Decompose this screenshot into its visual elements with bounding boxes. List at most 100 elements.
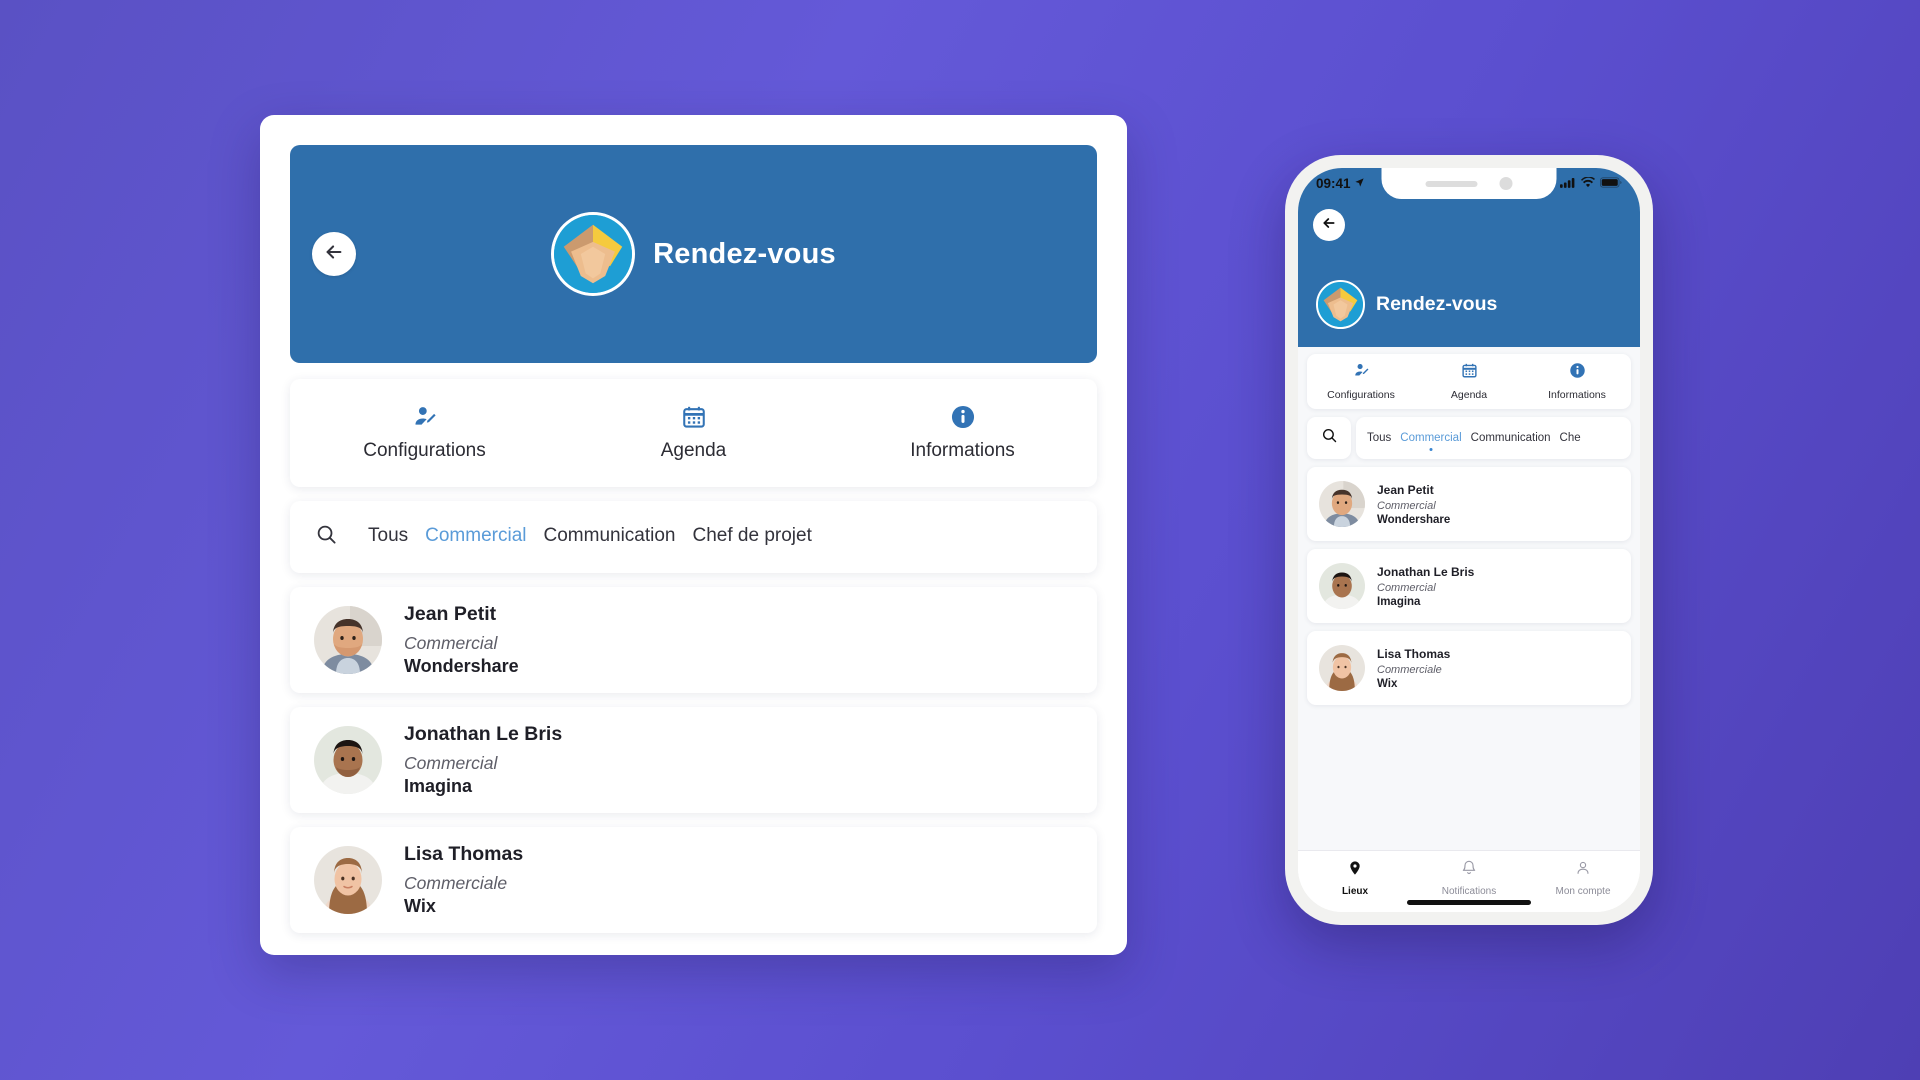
contact-name: Lisa Thomas (404, 843, 524, 865)
phone-filter-bar: Tous Commercial Communication Che (1307, 417, 1631, 459)
contact-name: Jonathan Le Bris (404, 723, 563, 745)
filter-chip-tous[interactable]: Tous (1367, 432, 1391, 444)
tab-agenda[interactable]: Agenda (559, 404, 828, 462)
back-button[interactable] (1313, 209, 1345, 241)
info-circle-icon (950, 404, 976, 430)
battery-full-icon (1600, 175, 1622, 193)
tab-configurations[interactable]: Configurations (1307, 362, 1415, 401)
contact-row[interactable]: Jean Petit Commercial Wondershare (1307, 467, 1631, 541)
contact-role: Commerciale (404, 873, 508, 893)
filter-chip-chef-de-projet[interactable]: Chef de projet (693, 525, 812, 550)
avatar (1319, 481, 1365, 527)
page-title: Rendez-vous (1376, 293, 1498, 315)
handshake-logo (551, 212, 636, 296)
avatar (314, 606, 382, 674)
contact-organization: Imagina (404, 776, 473, 796)
speaker-grille-icon (1425, 180, 1478, 187)
tab-label: Agenda (660, 440, 727, 461)
statusbar-indicators (1560, 175, 1622, 193)
contact-row[interactable]: Jonathan Le Bris Commercial Imagina (1307, 549, 1631, 623)
phone-contact-list: Jean Petit Commercial Wondershare Jonath… (1307, 467, 1631, 705)
user-edit-icon (1353, 362, 1370, 384)
page-title: Rendez-vous (653, 237, 836, 270)
bell-icon (1461, 860, 1477, 881)
filter-chip-communication[interactable]: Communication (544, 525, 676, 550)
info-circle-icon (1569, 362, 1586, 384)
bottom-nav-label: Lieux (1341, 886, 1369, 897)
filter-chip-tous[interactable]: Tous (368, 525, 408, 550)
arrow-left-icon (323, 241, 345, 268)
user-edit-icon (412, 404, 438, 430)
avatar (1319, 563, 1365, 609)
bottom-nav-mon-compte[interactable]: Mon compte (1526, 860, 1640, 897)
search-button[interactable] (1307, 417, 1351, 459)
contact-row[interactable]: Lisa Thomas Commerciale Wix (1307, 631, 1631, 705)
filter-chip-communication[interactable]: Communication (1471, 432, 1551, 444)
contact-role: Commercial (1377, 581, 1436, 594)
phone-screen: 09:41 Rendez-vous Configurations Agenda … (1298, 168, 1640, 912)
back-button[interactable] (312, 232, 356, 276)
bottom-nav-label: Mon compte (1555, 886, 1611, 897)
front-camera-icon (1499, 177, 1513, 190)
filter-chip-commercial[interactable]: Commercial (1400, 432, 1461, 444)
phone-notch (1381, 168, 1557, 199)
phone-tabs: Configurations Agenda Informations (1307, 354, 1631, 409)
contact-row[interactable]: Jean Petit Commercial Wondershare (290, 587, 1097, 693)
bottom-nav-lieux[interactable]: Lieux (1298, 860, 1412, 897)
tab-label: Informations (910, 440, 1015, 461)
contact-name: Jean Petit (404, 603, 497, 625)
phone-hero-header: Rendez-vous (1298, 199, 1640, 347)
phone-mockup: 09:41 Rendez-vous Configurations Agenda … (1285, 155, 1653, 925)
wifi-icon (1581, 175, 1595, 193)
filter-chip-commercial[interactable]: Commercial (425, 525, 526, 550)
search-icon (1321, 427, 1338, 449)
cellular-bars-icon (1560, 175, 1576, 193)
home-indicator (1407, 900, 1531, 905)
desktop-contact-list: Jean Petit Commercial Wondershare Jonath… (290, 587, 1097, 933)
filter-chip-list: Tous Commercial Communication Chef de pr… (362, 525, 812, 550)
contact-name: Lisa Thomas (1377, 646, 1451, 661)
avatar (314, 846, 382, 914)
avatar (314, 726, 382, 794)
bottom-nav-notifications[interactable]: Notifications (1412, 860, 1526, 897)
calendar-icon (681, 404, 707, 430)
tab-label: Agenda (1450, 389, 1488, 401)
desktop-hero-header: Rendez-vous (290, 145, 1097, 363)
contact-role: Commercial (404, 753, 498, 773)
tab-label: Configurations (363, 440, 486, 461)
contact-name: Jonathan Le Bris (1377, 564, 1475, 579)
contact-role: Commerciale (1377, 663, 1442, 676)
tab-informations[interactable]: Informations (828, 404, 1097, 462)
search-icon (315, 523, 338, 551)
calendar-icon (1461, 362, 1478, 384)
contact-organization: Wix (1377, 677, 1398, 690)
map-pin-icon (1347, 860, 1363, 881)
desktop-tabs: Configurations Agenda Informations (290, 379, 1097, 487)
contact-role: Commercial (1377, 499, 1436, 512)
arrow-left-icon (1321, 215, 1337, 236)
tab-configurations[interactable]: Configurations (290, 404, 559, 462)
filter-chip-list: Tous Commercial Communication Che (1356, 417, 1631, 459)
statusbar-time: 09:41 (1316, 176, 1351, 191)
contact-role: Commercial (404, 633, 498, 653)
contact-organization: Wondershare (404, 656, 519, 676)
person-icon (1575, 860, 1591, 881)
tab-label: Informations (1548, 389, 1606, 401)
tab-informations[interactable]: Informations (1523, 362, 1631, 401)
desktop-preview-card: Rendez-vous Configurations Agenda Inform… (260, 115, 1127, 955)
search-button[interactable] (290, 501, 362, 573)
contact-row[interactable]: Jonathan Le Bris Commercial Imagina (290, 707, 1097, 813)
contact-organization: Wix (404, 896, 436, 916)
phone-content: Configurations Agenda Informations Tous … (1298, 347, 1640, 850)
tab-label: Configurations (1327, 389, 1395, 401)
statusbar-time-group: 09:41 (1316, 176, 1365, 191)
tab-agenda[interactable]: Agenda (1415, 362, 1523, 401)
bottom-nav-label: Notifications (1441, 886, 1497, 897)
contact-row[interactable]: Lisa Thomas Commerciale Wix (290, 827, 1097, 933)
contact-organization: Imagina (1377, 595, 1421, 608)
filter-chip-chef-de-projet[interactable]: Che (1560, 432, 1581, 444)
contact-organization: Wondershare (1377, 513, 1451, 526)
location-arrow-icon (1354, 176, 1365, 191)
handshake-logo (1316, 280, 1365, 329)
avatar (1319, 645, 1365, 691)
